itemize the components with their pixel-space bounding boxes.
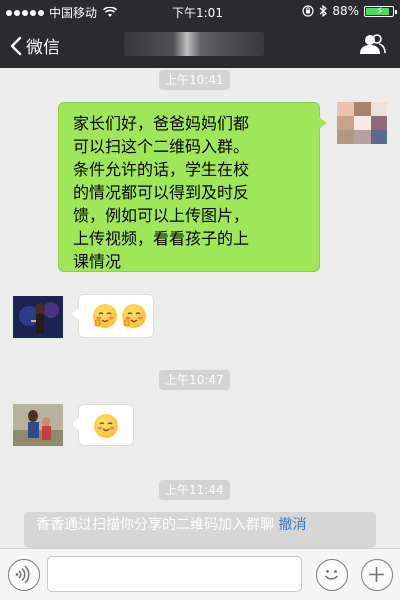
back-button[interactable]: 微信 <box>10 33 60 58</box>
rotation-lock-icon <box>302 5 314 17</box>
smile-emoji-icon <box>94 414 118 438</box>
emoji-icon <box>324 570 339 580</box>
battery-percent: 88% <box>332 4 359 18</box>
back-label: 微信 <box>26 38 60 58</box>
my-avatar-pixelated[interactable] <box>337 102 387 144</box>
nav-bar: 微信 <box>0 22 400 68</box>
join-notice-text: 香香通过扫描你分享的二维码加入群聊 <box>36 517 274 533</box>
revoke-link[interactable]: 撤消 <box>278 517 306 533</box>
people-icon <box>360 34 386 54</box>
plus-icon <box>369 567 384 582</box>
timestamp: 上午10:47 <box>159 370 230 390</box>
battery-icon: ⚡ <box>364 4 397 17</box>
message-line: 馈，例如可以上传图片， <box>73 206 250 225</box>
incoming-message[interactable] <box>72 404 134 446</box>
message-line: 的情况都可以得到及时反 <box>73 183 250 202</box>
status-bar: 中国移动 下午1:01 88% ⚡ <box>0 0 400 22</box>
outgoing-message[interactable]: 家长们好，爸爸妈妈们都 可以扫这个二维码入群。 条件允许的话，学生在校 的情况都… <box>58 102 327 272</box>
group-title-redacted <box>124 32 264 56</box>
wifi-icon <box>103 7 118 17</box>
blush-emoji-icon <box>122 304 147 328</box>
more-button[interactable] <box>361 559 393 591</box>
carrier-name: 中国移动 <box>49 6 98 20</box>
blush-emoji-icon <box>93 304 117 328</box>
timestamp: 上午11:44 <box>159 480 230 500</box>
timestamp: 上午10:41 <box>159 70 230 90</box>
clock: 下午1:01 <box>172 6 223 20</box>
message-line: 上传视频，看看孩子的上 <box>73 229 250 248</box>
voice-icon <box>15 565 30 584</box>
message-line: 条件允许的话，学生在校 <box>73 160 250 179</box>
message-input[interactable] <box>47 556 302 592</box>
chat-area[interactable]: 上午10:41 家长们好，爸爸妈妈们都 可以扫这个二维码入群。 条件允许的话，学… <box>0 68 400 548</box>
chevron-left-icon <box>10 36 22 55</box>
carrier-area: 中国移动 <box>6 4 118 21</box>
member-avatar[interactable] <box>13 296 63 338</box>
bluetooth-icon <box>319 5 328 17</box>
emoji-button[interactable] <box>316 559 348 591</box>
signal-strength-icon <box>6 9 44 16</box>
message-line: 家长们好，爸爸妈妈们都 <box>73 114 250 133</box>
system-notice: 香香通过扫描你分享的二维码加入群聊 撤消 <box>24 512 376 548</box>
input-bar <box>0 548 400 600</box>
message-line: 可以扫这个二维码入群。 <box>73 137 250 156</box>
voice-button[interactable] <box>8 559 40 591</box>
group-info-button[interactable] <box>358 33 386 59</box>
status-indicators: 88% ⚡ <box>302 4 397 18</box>
incoming-message[interactable] <box>72 294 154 338</box>
message-line: 课情况 <box>73 252 122 271</box>
member-avatar[interactable] <box>13 404 63 446</box>
